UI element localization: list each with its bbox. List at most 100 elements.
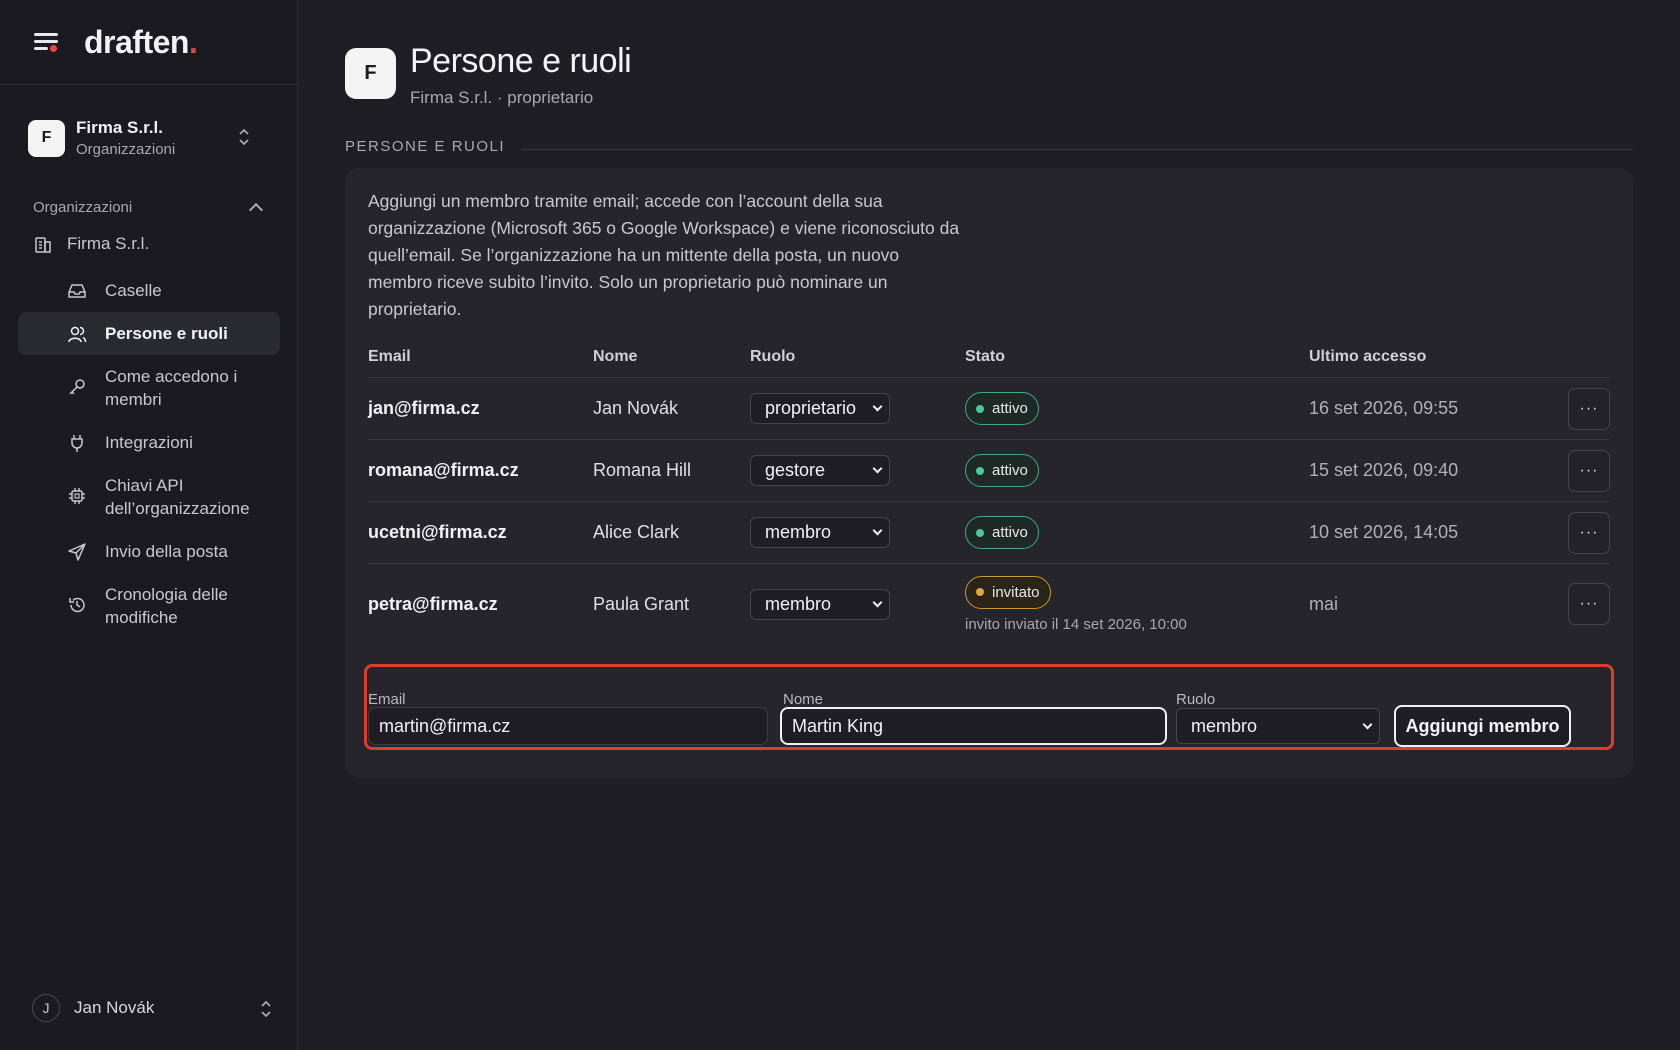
chevron-updown-icon (260, 1000, 272, 1018)
org-name: Firma S.r.l. (76, 118, 163, 137)
brand-bar: draften. (0, 0, 297, 85)
avatar: J (32, 994, 60, 1022)
sidebar-item-label: Caselle (105, 281, 162, 300)
invite-note: invito inviato il 14 set 2026, 10:00 (965, 615, 1187, 633)
plug-icon (67, 433, 87, 453)
members-card: Aggiungi un membro tramite email; accede… (345, 168, 1633, 778)
chevron-updown-icon (238, 128, 250, 146)
section-label: PERSONE E RUOLI (345, 138, 1633, 155)
chevron-down-icon (872, 597, 883, 607)
members-table: Email Nome Ruolo Stato Ultimo accesso ja… (368, 336, 1610, 644)
status-badge: attivo (965, 516, 1039, 549)
add-member-form: Email Nome Ruolo membro Aggiungi membro (364, 664, 1614, 750)
table-row: petra@firma.cz Paula Grant membro invita… (368, 564, 1610, 644)
member-name: Jan Novák (593, 398, 679, 418)
member-email: jan@firma.cz (368, 398, 480, 418)
role-select[interactable]: membro (750, 517, 890, 548)
name-field[interactable] (780, 707, 1167, 745)
chip-icon (67, 486, 87, 506)
sidebar-item-caselle[interactable]: Caselle (18, 269, 280, 312)
email-field[interactable] (368, 707, 768, 745)
table-row: romana@firma.cz Romana Hill gestore atti… (368, 440, 1610, 502)
page-header: F Persone e ruoli Firma S.r.l. · proprie… (345, 42, 632, 108)
member-name: Romana Hill (593, 460, 692, 480)
sidebar-item-label: Persone e ruoli (105, 324, 228, 343)
chevron-down-icon (872, 401, 883, 412)
member-email: ucetni@firma.cz (368, 522, 507, 542)
logo[interactable]: draften. (84, 24, 198, 61)
key-icon (67, 377, 87, 397)
org-avatar: F (28, 119, 65, 157)
sidebar-item-label: Cronologia delle modifiche (105, 585, 228, 627)
member-email: romana@firma.cz (368, 460, 519, 480)
org-avatar: F (345, 48, 396, 99)
inbox-icon (67, 281, 87, 301)
history-icon (67, 595, 87, 615)
member-email: petra@firma.cz (368, 593, 498, 614)
member-name: Paula Grant (593, 593, 690, 614)
sidebar-item-integrazioni[interactable]: Integrazioni (18, 421, 280, 464)
sidebar-item-label: Firma S.r.l. (67, 234, 150, 253)
column-header-ultimo-accesso: Ultimo accesso (1309, 347, 1427, 365)
table-row: ucetni@firma.cz Alice Clark membro attiv… (368, 502, 1610, 564)
divider (521, 149, 1633, 150)
org-subtitle: Organizzazioni (76, 141, 176, 158)
column-header-stato: Stato (965, 347, 1005, 365)
role-label: Ruolo (1176, 691, 1216, 708)
more-icon: ··· (1579, 595, 1599, 612)
last-access: 15 set 2026, 09:40 (1309, 460, 1459, 480)
sidebar-item-chiavi-api[interactable]: Chiavi API dell’organizzazione (18, 464, 280, 530)
last-access: mai (1309, 593, 1339, 614)
section-title: Organizzazioni (33, 199, 133, 216)
column-header-nome: Nome (593, 347, 638, 365)
more-icon: ··· (1579, 461, 1599, 479)
last-access: 10 set 2026, 14:05 (1309, 522, 1459, 542)
role-select[interactable]: proprietario (750, 393, 890, 424)
member-name: Alice Clark (593, 522, 680, 542)
sidebar-item-cronologia[interactable]: Cronologia delle modifiche (18, 573, 280, 639)
sidebar-nav: Caselle Persone e ruoli Come accedono i … (18, 269, 280, 639)
send-icon (67, 542, 87, 562)
status-badge: invitato (965, 575, 1051, 609)
sidebar-item-label: Chiavi API dell’organizzazione (105, 476, 250, 518)
more-actions-button[interactable]: ··· (1568, 583, 1610, 625)
role-select[interactable]: membro (750, 588, 890, 620)
more-actions-button[interactable]: ··· (1568, 387, 1610, 430)
chevron-up-icon (248, 202, 264, 218)
column-header-email: Email (368, 347, 411, 365)
chevron-down-icon (1362, 719, 1373, 729)
user-switcher[interactable]: J Jan Novák (32, 994, 272, 1022)
status-badge: attivo (965, 454, 1039, 487)
menu-icon[interactable] (32, 28, 60, 56)
sidebar-item-persone-e-ruoli[interactable]: Persone e ruoli (18, 312, 280, 355)
building-icon (33, 234, 53, 254)
users-icon (67, 324, 87, 344)
table-header: Email Nome Ruolo Stato Ultimo accesso (368, 336, 1610, 378)
chevron-down-icon (872, 525, 883, 536)
org-switcher[interactable]: F Firma S.r.l. Organizzazioni (18, 106, 280, 170)
organizations-section-toggle[interactable]: Organizzazioni (33, 199, 265, 218)
name-label: Nome (783, 691, 824, 708)
page-title: Persone e ruoli (410, 42, 632, 80)
more-icon: ··· (1579, 399, 1599, 417)
chevron-down-icon (872, 463, 883, 474)
more-actions-button[interactable]: ··· (1568, 511, 1610, 554)
role-select[interactable]: membro (1176, 708, 1380, 744)
sidebar-item-org[interactable]: Firma S.r.l. (33, 234, 149, 254)
sidebar-item-accesso[interactable]: Come accedono i membri (18, 355, 280, 421)
sidebar-item-label: Come accedono i membri (105, 367, 238, 409)
column-header-ruolo: Ruolo (750, 347, 796, 365)
status-badge: attivo (965, 392, 1039, 425)
last-access: 16 set 2026, 09:55 (1309, 398, 1459, 418)
sidebar-item-label: Integrazioni (105, 433, 193, 452)
user-name: Jan Novák (74, 998, 155, 1017)
sidebar-item-invio-posta[interactable]: Invio della posta (18, 530, 280, 573)
role-select[interactable]: gestore (750, 455, 890, 486)
sidebar-item-label: Invio della posta (105, 542, 228, 561)
description: Aggiungi un membro tramite email; accede… (368, 191, 960, 319)
more-icon: ··· (1579, 523, 1599, 541)
email-label: Email (368, 691, 406, 708)
table-row: jan@firma.cz Jan Novák proprietario atti… (368, 378, 1610, 440)
more-actions-button[interactable]: ··· (1568, 449, 1610, 492)
add-member-button[interactable]: Aggiungi membro (1394, 705, 1571, 747)
